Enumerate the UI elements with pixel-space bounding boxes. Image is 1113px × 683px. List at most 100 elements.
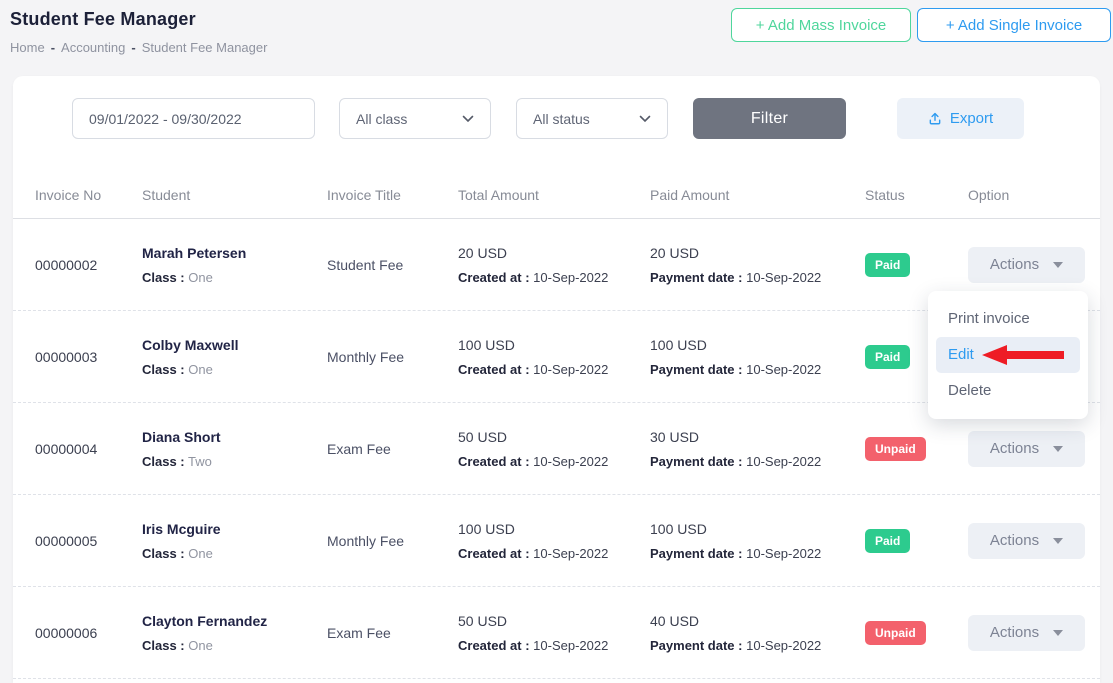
status-filter-value: All status	[533, 111, 590, 127]
actions-label: Actions	[990, 624, 1039, 641]
student-fee-manager-page: Student Fee Manager Home-Accounting-Stud…	[0, 0, 1113, 683]
student-name: Colby Maxwell	[142, 337, 327, 353]
student-name: Marah Petersen	[142, 245, 327, 261]
class-label: Class :	[142, 638, 185, 653]
status-badge: Unpaid	[865, 621, 926, 645]
breadcrumb-home[interactable]: Home	[10, 40, 45, 55]
payment-date: Payment date : 10-Sep-2022	[650, 362, 865, 377]
add-single-invoice-button[interactable]: + Add Single Invoice	[917, 8, 1111, 42]
paid-amount-cell: 100 USD Payment date : 10-Sep-2022	[650, 337, 865, 377]
filter-button[interactable]: Filter	[693, 98, 846, 139]
created-label: Created at :	[458, 270, 530, 285]
payment-date: Payment date : 10-Sep-2022	[650, 638, 865, 653]
status-badge: Paid	[865, 345, 910, 369]
class-label: Class :	[142, 454, 185, 469]
created-date: 10-Sep-2022	[533, 270, 608, 285]
paid-amount-cell: 100 USD Payment date : 10-Sep-2022	[650, 521, 865, 561]
col-invoice-no: Invoice No	[35, 187, 142, 203]
menu-item[interactable]: Delete	[928, 373, 1088, 409]
status-cell: Paid	[865, 253, 968, 277]
option-cell: Actions	[968, 247, 1087, 283]
chevron-down-icon	[639, 115, 651, 123]
col-status: Status	[865, 187, 968, 203]
actions-button[interactable]: Actions	[968, 247, 1085, 283]
created-label: Created at :	[458, 546, 530, 561]
caret-down-icon	[1053, 446, 1063, 452]
payment-date-value: 10-Sep-2022	[746, 270, 821, 285]
paid-amount-cell: 20 USD Payment date : 10-Sep-2022	[650, 245, 865, 285]
chevron-down-icon	[462, 115, 474, 123]
actions-button[interactable]: Actions	[968, 431, 1085, 467]
created-label: Created at :	[458, 638, 530, 653]
created-at: Created at : 10-Sep-2022	[458, 270, 650, 285]
student-class: Class : One	[142, 362, 327, 377]
status-cell: Unpaid	[865, 437, 968, 461]
option-cell: Actions	[968, 431, 1087, 467]
col-option: Option	[968, 187, 1087, 203]
col-student: Student	[142, 187, 327, 203]
breadcrumb-accounting[interactable]: Accounting	[61, 40, 125, 55]
menu-item[interactable]: Print invoice	[928, 301, 1088, 337]
breadcrumb-current: Student Fee Manager	[142, 40, 268, 55]
payment-date-value: 10-Sep-2022	[746, 638, 821, 653]
paid-amount: 100 USD	[650, 337, 865, 353]
created-date: 10-Sep-2022	[533, 546, 608, 561]
actions-button[interactable]: Actions	[968, 615, 1085, 651]
breadcrumb: Home-Accounting-Student Fee Manager	[10, 40, 267, 55]
total-amount-cell: 50 USD Created at : 10-Sep-2022	[458, 613, 650, 653]
actions-label: Actions	[990, 532, 1039, 549]
table-row: 00000005 Iris Mcguire Class : One Monthl…	[13, 495, 1100, 587]
student-cell: Diana Short Class : Two	[142, 429, 327, 469]
actions-button[interactable]: Actions	[968, 523, 1085, 559]
status-badge: Paid	[865, 529, 910, 553]
actions-label: Actions	[990, 440, 1039, 457]
created-label: Created at :	[458, 454, 530, 469]
created-at: Created at : 10-Sep-2022	[458, 362, 650, 377]
payment-label: Payment date :	[650, 454, 742, 469]
option-cell: Actions	[968, 523, 1087, 559]
total-amount: 50 USD	[458, 613, 650, 629]
created-at: Created at : 10-Sep-2022	[458, 546, 650, 561]
created-date: 10-Sep-2022	[533, 454, 608, 469]
breadcrumb-separator: -	[131, 40, 135, 55]
menu-item[interactable]: Edit	[936, 337, 1080, 373]
caret-down-icon	[1053, 262, 1063, 268]
student-cell: Colby Maxwell Class : One	[142, 337, 327, 377]
student-cell: Marah Petersen Class : One	[142, 245, 327, 285]
class-label: Class :	[142, 546, 185, 561]
payment-label: Payment date :	[650, 270, 742, 285]
add-mass-invoice-button[interactable]: + Add Mass Invoice	[731, 8, 911, 42]
col-invoice-title: Invoice Title	[327, 187, 458, 203]
invoice-no: 00000003	[35, 349, 142, 365]
date-range-input[interactable]	[72, 98, 315, 139]
paid-amount: 40 USD	[650, 613, 865, 629]
student-class: Class : One	[142, 638, 327, 653]
col-paid-amount: Paid Amount	[650, 187, 865, 203]
actions-dropdown-menu: Print invoice Edit Delete	[928, 291, 1088, 419]
created-date: 10-Sep-2022	[533, 638, 608, 653]
payment-label: Payment date :	[650, 638, 742, 653]
class-filter-select[interactable]: All class	[339, 98, 491, 139]
total-amount-cell: 100 USD Created at : 10-Sep-2022	[458, 337, 650, 377]
payment-date: Payment date : 10-Sep-2022	[650, 546, 865, 561]
upload-icon	[928, 111, 942, 126]
invoice-title: Student Fee	[327, 257, 458, 273]
breadcrumb-separator: -	[51, 40, 55, 55]
invoice-no: 00000004	[35, 441, 142, 457]
created-at: Created at : 10-Sep-2022	[458, 638, 650, 653]
status-badge: Paid	[865, 253, 910, 277]
payment-date: Payment date : 10-Sep-2022	[650, 270, 865, 285]
student-cell: Clayton Fernandez Class : One	[142, 613, 327, 653]
paid-amount: 100 USD	[650, 521, 865, 537]
actions-label: Actions	[990, 256, 1039, 273]
total-amount-cell: 20 USD Created at : 10-Sep-2022	[458, 245, 650, 285]
total-amount-cell: 50 USD Created at : 10-Sep-2022	[458, 429, 650, 469]
status-filter-select[interactable]: All status	[516, 98, 668, 139]
total-amount: 100 USD	[458, 521, 650, 537]
status-cell: Paid	[865, 529, 968, 553]
class-value: One	[188, 546, 213, 561]
export-button[interactable]: Export	[897, 98, 1024, 139]
invoice-title: Exam Fee	[327, 441, 458, 457]
invoice-title: Monthly Fee	[327, 533, 458, 549]
paid-amount-cell: 40 USD Payment date : 10-Sep-2022	[650, 613, 865, 653]
